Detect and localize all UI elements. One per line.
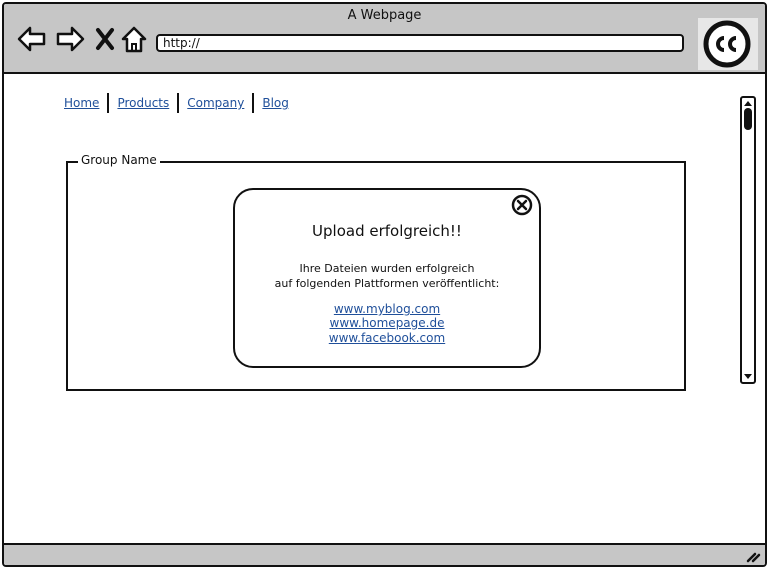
dialog-message-line-2: auf folgenden Plattformen veröffentlicht…: [274, 277, 500, 290]
platform-link-myblog[interactable]: www.myblog.com: [235, 302, 539, 316]
site-navigation: Home Products Company Blog: [64, 92, 289, 114]
group-label: Group Name: [78, 153, 160, 167]
nav-divider: [177, 93, 180, 113]
nav-link-home[interactable]: Home: [64, 96, 99, 110]
vertical-scrollbar[interactable]: [740, 96, 756, 384]
dialog-message-line-1: Ihre Dateien wurden erfolgreich: [299, 262, 475, 275]
home-icon[interactable]: [120, 24, 148, 54]
nav-divider: [252, 93, 255, 113]
forward-arrow-icon[interactable]: [54, 24, 86, 54]
dialog-title: Upload erfolgreich!!: [312, 222, 462, 240]
nav-divider: [107, 93, 110, 113]
platform-link-facebook[interactable]: www.facebook.com: [235, 331, 539, 345]
address-bar[interactable]: http://: [156, 34, 684, 52]
scroll-down-arrow-icon[interactable]: [742, 372, 754, 382]
browser-window: A Webpage http:// Home Products Company …: [2, 2, 767, 567]
nav-link-company[interactable]: Company: [187, 96, 244, 110]
creative-commons-icon: [703, 20, 751, 68]
upload-success-dialog: Upload erfolgreich!! Ihre Dateien wurden…: [233, 188, 541, 368]
creative-commons-logo: [698, 18, 758, 70]
platform-link-homepage[interactable]: www.homepage.de: [235, 316, 539, 330]
scroll-thumb[interactable]: [744, 108, 752, 130]
scroll-up-arrow-icon[interactable]: [742, 98, 754, 108]
back-arrow-icon[interactable]: [16, 24, 48, 54]
nav-link-blog[interactable]: Blog: [262, 96, 289, 110]
close-circle-icon[interactable]: [511, 194, 533, 216]
close-x-icon[interactable]: [94, 24, 116, 54]
browser-toolbar: A Webpage http://: [4, 4, 765, 74]
window-title: A Webpage: [347, 8, 422, 23]
nav-link-products[interactable]: Products: [117, 96, 169, 110]
status-bar: [4, 543, 765, 565]
resize-grip-icon[interactable]: [745, 549, 761, 563]
